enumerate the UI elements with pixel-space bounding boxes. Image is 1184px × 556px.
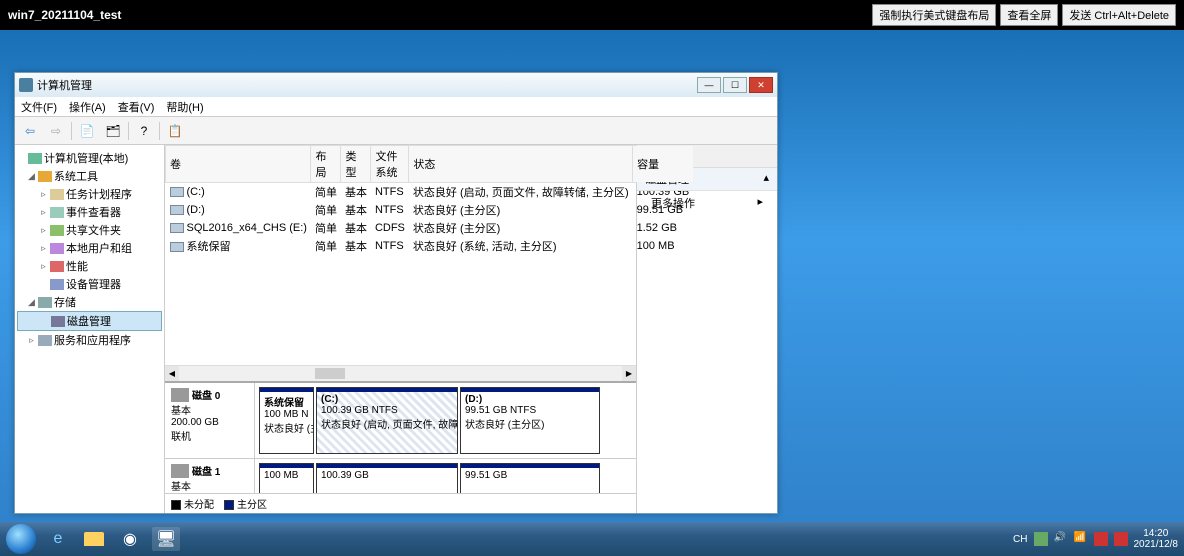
collapse-icon: ▴ [763, 171, 769, 187]
tree-device-manager[interactable]: 设备管理器 [17, 275, 162, 293]
tray-icon-3[interactable]: 📶 [1074, 532, 1088, 546]
window-title: 计算机管理 [37, 77, 92, 93]
list-button[interactable]: 📋 [164, 120, 186, 142]
volume-row[interactable]: SQL2016_x64_CHS (E:)简单基本CDFS状态良好 (主分区)1.… [166, 219, 694, 237]
computer-management-window: 计算机管理 — ☐ ✕ 文件(F) 操作(A) 查看(V) 帮助(H) ⇦ ⇨ … [14, 72, 778, 514]
taskbar-compmgmt[interactable]: 🖥 [152, 527, 180, 551]
volume-row[interactable]: 系统保留简单基本NTFS状态良好 (系统, 活动, 主分区)100 MB [166, 237, 694, 255]
partition[interactable]: 100.39 GB [316, 463, 458, 493]
taskbar-explorer[interactable] [80, 527, 108, 551]
tree-event-viewer[interactable]: ▹事件查看器 [17, 203, 162, 221]
start-button[interactable] [6, 524, 36, 554]
volume-scrollbar[interactable]: ◀▶ [165, 365, 636, 381]
col-status[interactable]: 状态 [409, 146, 633, 183]
ctrl-alt-del-button[interactable]: 发送 Ctrl+Alt+Delete [1062, 4, 1176, 26]
volume-row[interactable]: (C:)简单基本NTFS状态良好 (启动, 页面文件, 故障转储, 主分区)10… [166, 183, 694, 202]
tray-icon-4[interactable] [1094, 532, 1108, 546]
tray-icon-5[interactable] [1114, 532, 1128, 546]
nav-tree: 计算机管理(本地) ◢系统工具 ▹任务计划程序 ▹事件查看器 ▹共享文件夹 ▹本… [15, 145, 165, 513]
tray-clock[interactable]: 14:202021/12/8 [1134, 528, 1179, 550]
tray-icon-1[interactable] [1034, 532, 1048, 546]
fullscreen-button[interactable]: 查看全屏 [1000, 4, 1058, 26]
taskbar-chrome[interactable]: ◉ [116, 527, 144, 551]
tray-icon-2[interactable]: 🔊 [1054, 532, 1068, 546]
col-type[interactable]: 类型 [341, 146, 371, 183]
tree-shared-folders[interactable]: ▹共享文件夹 [17, 221, 162, 239]
col-capacity[interactable]: 容量 [633, 146, 694, 183]
disk-row: 磁盘 0基本200.00 GB联机 系统保留100 MB N状态良好 (主(C:… [165, 383, 636, 459]
menu-file[interactable]: 文件(F) [21, 99, 57, 115]
keyboard-layout-button[interactable]: 强制执行美式键盘布局 [872, 4, 996, 26]
tree-system-tools[interactable]: ◢系统工具 [17, 167, 162, 185]
forward-button[interactable]: ⇨ [45, 120, 67, 142]
volume-row[interactable]: (D:)简单基本NTFS状态良好 (主分区)99.51 GB [166, 201, 694, 219]
up-button[interactable]: 📄 [76, 120, 98, 142]
tree-root[interactable]: 计算机管理(本地) [17, 149, 162, 167]
minimize-button[interactable]: — [697, 77, 721, 93]
tray-ime[interactable]: CH [1013, 534, 1027, 545]
tree-services[interactable]: ▹服务和应用程序 [17, 331, 162, 349]
refresh-button[interactable]: 🗂 [102, 120, 124, 142]
disk-row: 磁盘 1基本200.00 GB脱机 ⚠ 帮助100 MB100.39 GB99.… [165, 459, 636, 493]
partition[interactable]: 99.51 GB [460, 463, 600, 493]
app-icon [19, 78, 33, 92]
legend-primary: 主分区 [224, 496, 267, 511]
menu-view[interactable]: 查看(V) [118, 99, 155, 115]
partition[interactable]: 系统保留100 MB N状态良好 (主 [259, 387, 314, 454]
taskbar-ie[interactable]: e [44, 527, 72, 551]
menu-action[interactable]: 操作(A) [69, 99, 106, 115]
tree-storage[interactable]: ◢存储 [17, 293, 162, 311]
partition[interactable]: (C:)100.39 GB NTFS状态良好 (启动, 页面文件, 故障转 [316, 387, 458, 454]
maximize-button[interactable]: ☐ [723, 77, 747, 93]
partition[interactable]: 100 MB [259, 463, 314, 493]
col-fs[interactable]: 文件系统 [371, 146, 409, 183]
legend-unallocated: 未分配 [171, 496, 214, 511]
menu-help[interactable]: 帮助(H) [166, 99, 203, 115]
col-layout[interactable]: 布局 [311, 146, 341, 183]
help-button[interactable]: ? [133, 120, 155, 142]
close-button[interactable]: ✕ [749, 77, 773, 93]
tree-performance[interactable]: ▹性能 [17, 257, 162, 275]
partition[interactable]: (D:)99.51 GB NTFS状态良好 (主分区) [460, 387, 600, 454]
vm-title: win7_20211104_test [8, 8, 121, 22]
arrow-right-icon: ▸ [757, 195, 763, 211]
tree-disk-management[interactable]: 磁盘管理 [17, 311, 162, 331]
col-volume[interactable]: 卷 [166, 146, 311, 183]
tree-task-scheduler[interactable]: ▹任务计划程序 [17, 185, 162, 203]
tree-local-users[interactable]: ▹本地用户和组 [17, 239, 162, 257]
back-button[interactable]: ⇦ [19, 120, 41, 142]
actions-more[interactable]: 更多操作▸ [637, 191, 777, 215]
taskbar: e ◉ 🖥 CH 🔊 📶 14:202021/12/8 [0, 522, 1184, 556]
